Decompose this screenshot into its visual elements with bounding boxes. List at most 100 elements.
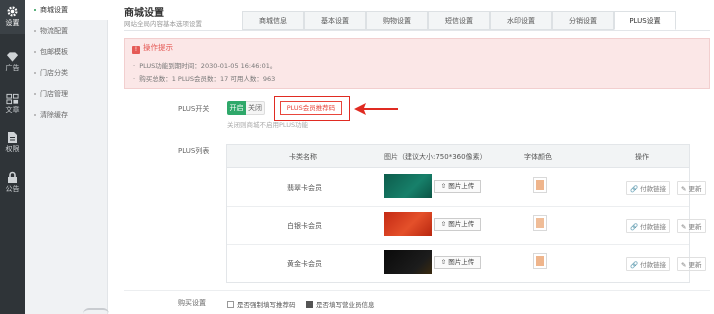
payment-link-button[interactable]: 🔗 付款链接 [626,219,671,233]
upload-label: 图片上传 [448,182,475,190]
scroll-indicator [83,308,109,314]
alert-title: ! 操作提示 [132,42,173,54]
color-swatch [536,180,544,190]
main-panel: 商城设置 网站全局内容基本选项设置 商城信息 基本设置 购物设置 短信设置 水印… [108,0,714,314]
rail-label-permissions: 权限 [5,145,20,153]
tab-basic[interactable]: 基本设置 [304,11,366,30]
alert-stats: · 购买总数：1 PLUS会员数：17 可用人数：963 [133,75,276,83]
font-color-picker[interactable] [533,177,547,193]
submenu-item-clear-cache[interactable]: 清除缓存 [25,105,108,125]
plus-toggle[interactable]: 开启 关闭 [227,101,265,115]
table-header: 卡类名称 图片（建议大小:750*360像素） 字体颜色 操作 [227,145,689,168]
table-row: 黄金卡会员 ⇧ 图片上传 🔗 付款链接 ✎ 更新 [227,245,706,283]
edit-icon: ✎ [681,223,687,231]
tab-sms[interactable]: 短信设置 [428,11,490,30]
link-icon: 🔗 [630,223,639,231]
submenu-item-logistics[interactable]: 物流配置 [25,21,108,41]
page-subtitle: 网站全局内容基本选项设置 [124,20,202,28]
alert-expiry-text: PLUS功能到期时间：2030-01-05 16:46:01。 [139,62,277,70]
color-swatch [536,218,544,228]
rail-item-notices[interactable]: 公告 [0,166,25,200]
rail-label-articles: 文章 [5,106,20,114]
submenu-item-free-shipping[interactable]: 包邮模板 [25,42,108,62]
card-image [384,174,432,198]
card-name: 黄金卡会员 [287,260,322,268]
th-actions: 操作 [635,153,649,161]
update-button[interactable]: ✎ 更新 [677,181,706,195]
clerk-info-checkbox[interactable] [306,301,313,308]
upload-icon: ⇧ [440,182,447,190]
icon-rail: 设置 广告 文章 权限 公告 [0,0,25,314]
submenu-item-mall-settings[interactable]: 商城设置 [25,0,108,20]
clerk-info-label: 是否填写营业员信息 [316,301,375,309]
payment-link-label: 付款链接 [640,261,667,269]
table-row: 翡翠卡会员 ⇧ 图片上传 🔗 付款链接 ✎ 更新 [227,169,706,207]
update-button[interactable]: ✎ 更新 [677,219,706,233]
tab-divider [124,30,710,31]
upload-label: 图片上传 [448,220,475,228]
update-label: 更新 [688,261,702,269]
upload-image-button[interactable]: ⇧ 图片上传 [434,256,481,269]
rail-label-settings: 设置 [5,19,20,27]
tips-alert: ! 操作提示 · PLUS功能到期时间：2030-01-05 16:46:01。 … [124,38,710,89]
payment-link-label: 付款链接 [640,223,667,231]
th-image: 图片（建议大小:750*360像素） [384,153,487,161]
buy-settings-label: 购买设置 [178,299,206,307]
page-title: 商城设置 [124,8,164,19]
rail-item-articles[interactable]: 文章 [0,88,25,122]
edit-icon: ✎ [681,185,687,193]
toggle-off-button[interactable]: 关闭 [246,101,265,115]
alert-title-text: 操作提示 [143,43,173,52]
tab-plus[interactable]: PLUS设置 [614,11,676,30]
card-image [384,212,432,236]
card-image [384,250,432,274]
toggle-on-button[interactable]: 开启 [227,101,246,115]
payment-link-button[interactable]: 🔗 付款链接 [626,181,671,195]
table-row: 白银卡会员 ⇧ 图片上传 🔗 付款链接 ✎ 更新 [227,207,706,245]
rail-item-permissions[interactable]: 权限 [0,126,25,160]
submenu-item-store-category[interactable]: 门店分类 [25,63,108,83]
link-icon: 🔗 [630,261,639,269]
upload-image-button[interactable]: ⇧ 图片上传 [434,218,481,231]
color-swatch [536,256,544,266]
tab-watermark[interactable]: 水印设置 [490,11,552,30]
link-icon: 🔗 [630,185,639,193]
info-icon: ! [132,46,140,54]
edit-icon: ✎ [681,261,687,269]
plus-switch-label: PLUS开关 [178,105,210,113]
font-color-picker[interactable] [533,253,547,269]
payment-link-button[interactable]: 🔗 付款链接 [626,257,671,271]
lock-icon [8,171,17,183]
alert-stats-text: 购买总数：1 PLUS会员数：17 可用人数：963 [139,75,276,83]
tab-shopping[interactable]: 购物设置 [366,11,428,30]
update-label: 更新 [688,185,702,193]
update-label: 更新 [688,223,702,231]
upload-icon: ⇧ [440,220,447,228]
rail-item-ads[interactable]: 广告 [0,46,25,80]
plus-card-table: 卡类名称 图片（建议大小:750*360像素） 字体颜色 操作 翡翠卡会员 ⇧ … [226,144,706,283]
tab-distribution[interactable]: 分销设置 [552,11,614,30]
buy-settings-row: 购买设置 是否强制填写推荐码 是否填写营业员信息 [124,290,710,314]
plus-switch-hint: 关闭则商城不启用PLUS功能 [227,121,309,129]
rail-item-settings[interactable]: 设置 [0,0,25,34]
th-card-name: 卡类名称 [289,153,317,161]
upload-label: 图片上传 [448,258,475,266]
settings-submenu: 商城设置 物流配置 包邮模板 门店分类 门店管理 清除缓存 [25,0,109,314]
pointer-arrow-icon [354,103,398,115]
force-referral-checkbox[interactable] [227,301,234,308]
rail-label-notices: 公告 [5,185,20,193]
upload-image-button[interactable]: ⇧ 图片上传 [434,180,481,193]
clerk-info-option[interactable]: 是否填写营业员信息 [306,299,375,309]
gear-icon [7,6,18,17]
force-referral-option[interactable]: 是否强制填写推荐码 [227,299,296,309]
submenu-item-store-manage[interactable]: 门店管理 [25,84,108,104]
rail-label-ads: 广告 [5,64,20,72]
payment-link-label: 付款链接 [640,185,667,193]
alert-expiry: · PLUS功能到期时间：2030-01-05 16:46:01。 [133,62,277,70]
tab-mall-info[interactable]: 商城信息 [242,11,304,30]
font-color-picker[interactable] [533,215,547,231]
document-icon [8,132,17,143]
update-button[interactable]: ✎ 更新 [677,257,706,271]
upload-icon: ⇧ [440,258,447,266]
plus-recommend-code-button[interactable]: PLUS会员推荐码 [280,101,342,115]
